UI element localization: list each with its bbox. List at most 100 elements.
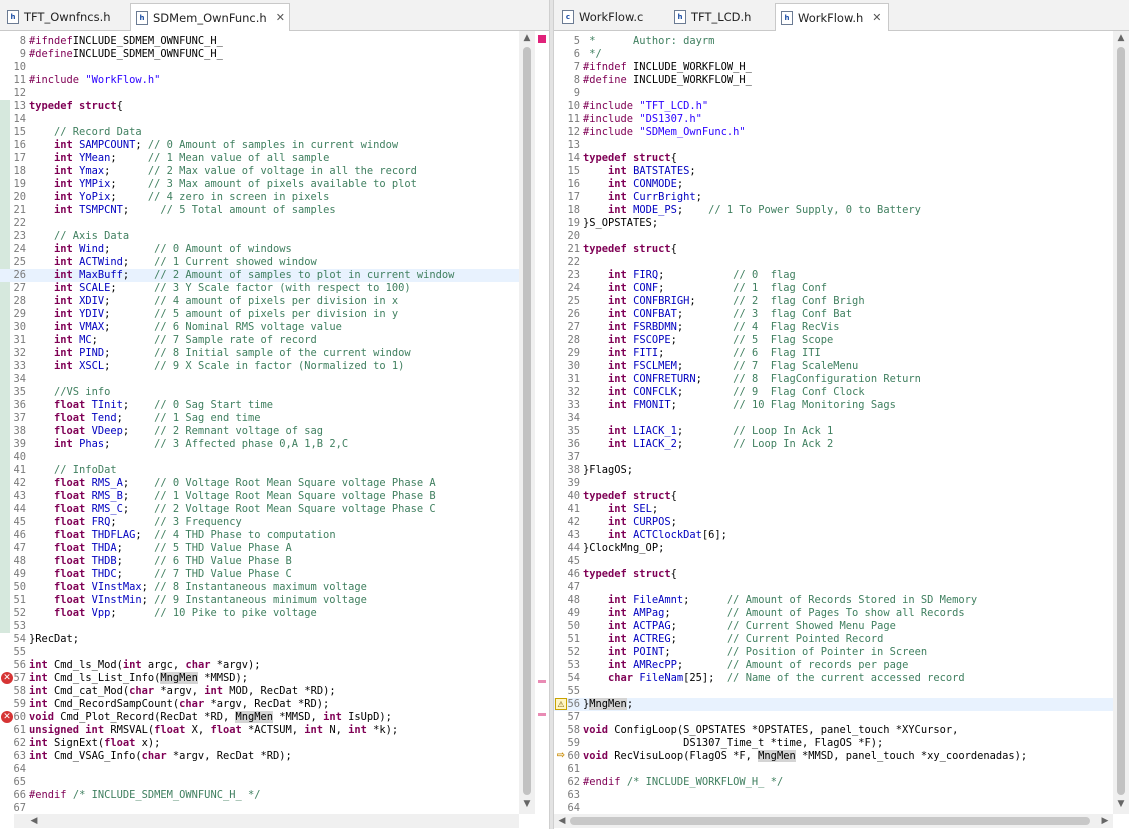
overview-marker[interactable] [538,680,546,683]
code-line[interactable]: 55 [554,685,1113,698]
code-line[interactable]: 67 [0,802,519,814]
left-vertical-scrollbar[interactable]: ▲ ▼ [519,31,535,814]
code-line[interactable]: 30 int VMAX; // 6 Nominal RMS voltage va… [0,321,519,334]
code-line[interactable]: 50 float VInstMax; // 8 Instantaneous ma… [0,581,519,594]
code-line[interactable]: 19}S_OPSTATES; [554,217,1113,230]
code-line[interactable]: 60 ⇨ void RecVisuLoop(FlagOS *F, MngMen *M… [554,750,1113,763]
code-line[interactable]: 50 int ACTPAG; // Current Showed Menu Pa… [554,620,1113,633]
code-line[interactable]: 10 [0,61,519,74]
code-line[interactable]: 28 int XDIV; // 4 amount of pixels per d… [0,295,519,308]
right-horizontal-thumb[interactable] [570,817,1090,825]
code-line[interactable]: 11 #include "DS1307.h" [554,113,1113,126]
code-line[interactable]: 39 int Phas; // 3 Affected phase 0,A 1,B… [0,438,519,451]
code-line[interactable]: 45 float FRQ; // 3 Frequency [0,516,519,529]
scroll-down-icon[interactable]: ▼ [519,797,535,811]
code-line[interactable]: 43 int ACTClockDat[6]; [554,529,1113,542]
right-vertical-scrollbar[interactable]: ▲ ▼ [1113,31,1129,814]
right-code-editor[interactable]: 5 * Author: dayrm 6 */7 #ifndef INCLUDE_WO… [554,31,1113,814]
scroll-right-icon[interactable]: ▶ [1097,814,1113,828]
code-line[interactable]: 41 int SEL; [554,503,1113,516]
code-line[interactable]: 54}RecDat; [0,633,519,646]
code-line[interactable]: 8 #ifndefINCLUDE_SDMEM_OWNFUNC_H_ [0,35,519,48]
error-overview-marker[interactable] [538,35,546,43]
close-tab-icon[interactable]: ✕ [872,11,881,24]
tab-sdmem-ownfunc[interactable]: h SDMem_OwnFunc.h ✕ [130,3,290,31]
scroll-down-icon[interactable]: ▼ [1113,797,1129,811]
code-line[interactable]: 35 int LIACK_1; // Loop In Ack 1 [554,425,1113,438]
code-line[interactable]: 9 #defineINCLUDE_SDMEM_OWNFUNC_H_ [0,48,519,61]
code-line[interactable]: 13 typedef struct{ [0,100,519,113]
code-line[interactable]: 21 int TSMPCNT; // 5 Total amount of sam… [0,204,519,217]
code-line[interactable]: 49 float THDC; // 7 THD Value Phase C [0,568,519,581]
code-line[interactable]: 22 [554,256,1113,269]
tab-workflow-c[interactable]: c WorkFlow.c [557,3,669,30]
code-line[interactable]: 20 [554,230,1113,243]
code-line[interactable]: 59 DS1307_Time_t *time, FlagOS *F); [554,737,1113,750]
code-line[interactable]: 23 // Axis Data [0,230,519,243]
warning-icon[interactable]: ⚠ [555,698,567,710]
code-line[interactable]: 55 [0,646,519,659]
code-line[interactable]: 9 [554,87,1113,100]
tab-tft-lcd[interactable]: h TFT_LCD.h [669,3,775,30]
scroll-up-icon[interactable]: ▲ [519,31,535,45]
code-line[interactable]: 22 [0,217,519,230]
code-line[interactable]: 6 */ [554,48,1113,61]
code-line[interactable]: 64 [554,802,1113,814]
code-line[interactable]: 48 int FileAmnt; // Amount of Records St… [554,594,1113,607]
code-line[interactable]: 51 int ACTREG; // Current Pointed Record [554,633,1113,646]
code-line[interactable]: 47 float THDA; // 5 THD Value Phase A [0,542,519,555]
code-line[interactable]: 54 char FileNam[25]; // Name of the curr… [554,672,1113,685]
code-line[interactable]: 21 typedef struct{ [554,243,1113,256]
right-horizontal-scrollbar[interactable]: ◀ ▶ [554,814,1113,828]
code-line[interactable]: 66 #endif /* INCLUDE_SDMEM_OWNFUNC_H_ */ [0,789,519,802]
code-line[interactable]: 62 int SignExt(float x); [0,737,519,750]
code-line[interactable]: 56 int Cmd_ls_Mod(int argc, char *argv); [0,659,519,672]
code-line[interactable]: 7 #ifndef INCLUDE_WORKFLOW_H_ [554,61,1113,74]
code-line[interactable]: 39 [554,477,1113,490]
code-line[interactable]: 61 [554,763,1113,776]
code-line[interactable]: 48 float THDB; // 6 THD Value Phase B [0,555,519,568]
code-line[interactable]: 24 int CONF; // 1 flag Conf [554,282,1113,295]
code-line[interactable]: 33 int FMONIT; // 10 Flag Monitoring Sag… [554,399,1113,412]
code-line[interactable]: 30 int FSCLMEM; // 7 Flag ScaleMenu [554,360,1113,373]
code-line[interactable]: 63 int Cmd_VSAG_Info(char *argv, RecDat *… [0,750,519,763]
error-icon[interactable]: ✕ [1,672,13,684]
code-line[interactable]: 25 int ACTWind; // 1 Current showed wind… [0,256,519,269]
code-line[interactable]: 33 int XSCL; // 9 X Scale in factor (Nor… [0,360,519,373]
code-line[interactable]: 34 [0,373,519,386]
code-line[interactable]: 17 int CurrBright; [554,191,1113,204]
code-line[interactable]: 42 float RMS_A; // 0 Voltage Root Mean S… [0,477,519,490]
code-line[interactable]: 47 [554,581,1113,594]
code-line[interactable]: 29 int FITI; // 6 Flag ITI [554,347,1113,360]
code-line[interactable]: 14 typedef struct{ [554,152,1113,165]
code-line[interactable]: 49 int AMPag; // Amount of Pages To show… [554,607,1113,620]
code-line[interactable]: 26 int CONFBAT; // 3 flag Conf Bat [554,308,1113,321]
code-line[interactable]: 36 float TInit; // 0 Sag Start time [0,399,519,412]
code-line[interactable]: 46 typedef struct{ [554,568,1113,581]
code-line[interactable]: 61 unsigned int RMSVAL(float X, float *AC… [0,724,519,737]
code-line[interactable]: 38}FlagOS; [554,464,1113,477]
code-line[interactable]: 15 int BATSTATES; [554,165,1113,178]
scroll-left-icon[interactable]: ◀ [554,814,570,828]
code-line[interactable]: 23 int FIRQ; // 0 flag [554,269,1113,282]
code-line[interactable]: 13 [554,139,1113,152]
code-line[interactable]: 14 [0,113,519,126]
code-line[interactable]: 43 float RMS_B; // 1 Voltage Root Mean S… [0,490,519,503]
code-line[interactable]: 56 ⚠}MngMen; [554,698,1113,711]
code-line[interactable]: 60 ✕ void Cmd_Plot_Record(RecDat *RD, MngM… [0,711,519,724]
code-line[interactable]: 37 float Tend; // 1 Sag end time [0,412,519,425]
tab-workflow-h[interactable]: h WorkFlow.h ✕ [775,3,889,31]
code-line[interactable]: 27 int FSRBDMN; // 4 Flag RecVis [554,321,1113,334]
code-line[interactable]: 12 #include "SDMem_OwnFunc.h" [554,126,1113,139]
code-line[interactable]: 51 float VInstMin; // 9 Instantaneous mi… [0,594,519,607]
code-line[interactable]: 24 int Wind; // 0 Amount of windows [0,243,519,256]
code-line[interactable]: 10 #include "TFT_LCD.h" [554,100,1113,113]
scroll-left-icon[interactable]: ◀ [26,814,42,828]
code-line[interactable]: 8 #define INCLUDE_WORKFLOW_H_ [554,74,1113,87]
code-line[interactable]: 25 int CONFBRIGH; // 2 flag Conf Brigh [554,295,1113,308]
code-line[interactable]: 57 ✕ int Cmd_ls_List_Info(MngMen *MMSD); [0,672,519,685]
code-line[interactable]: 18 int MODE_PS; // 1 To Power Supply, 0 … [554,204,1113,217]
code-line[interactable]: 19 int YMPix; // 3 Max amount of pixels … [0,178,519,191]
code-line[interactable]: 29 int YDIV; // 5 amount of pixels per d… [0,308,519,321]
left-horizontal-scrollbar[interactable]: ◀ [14,814,519,828]
